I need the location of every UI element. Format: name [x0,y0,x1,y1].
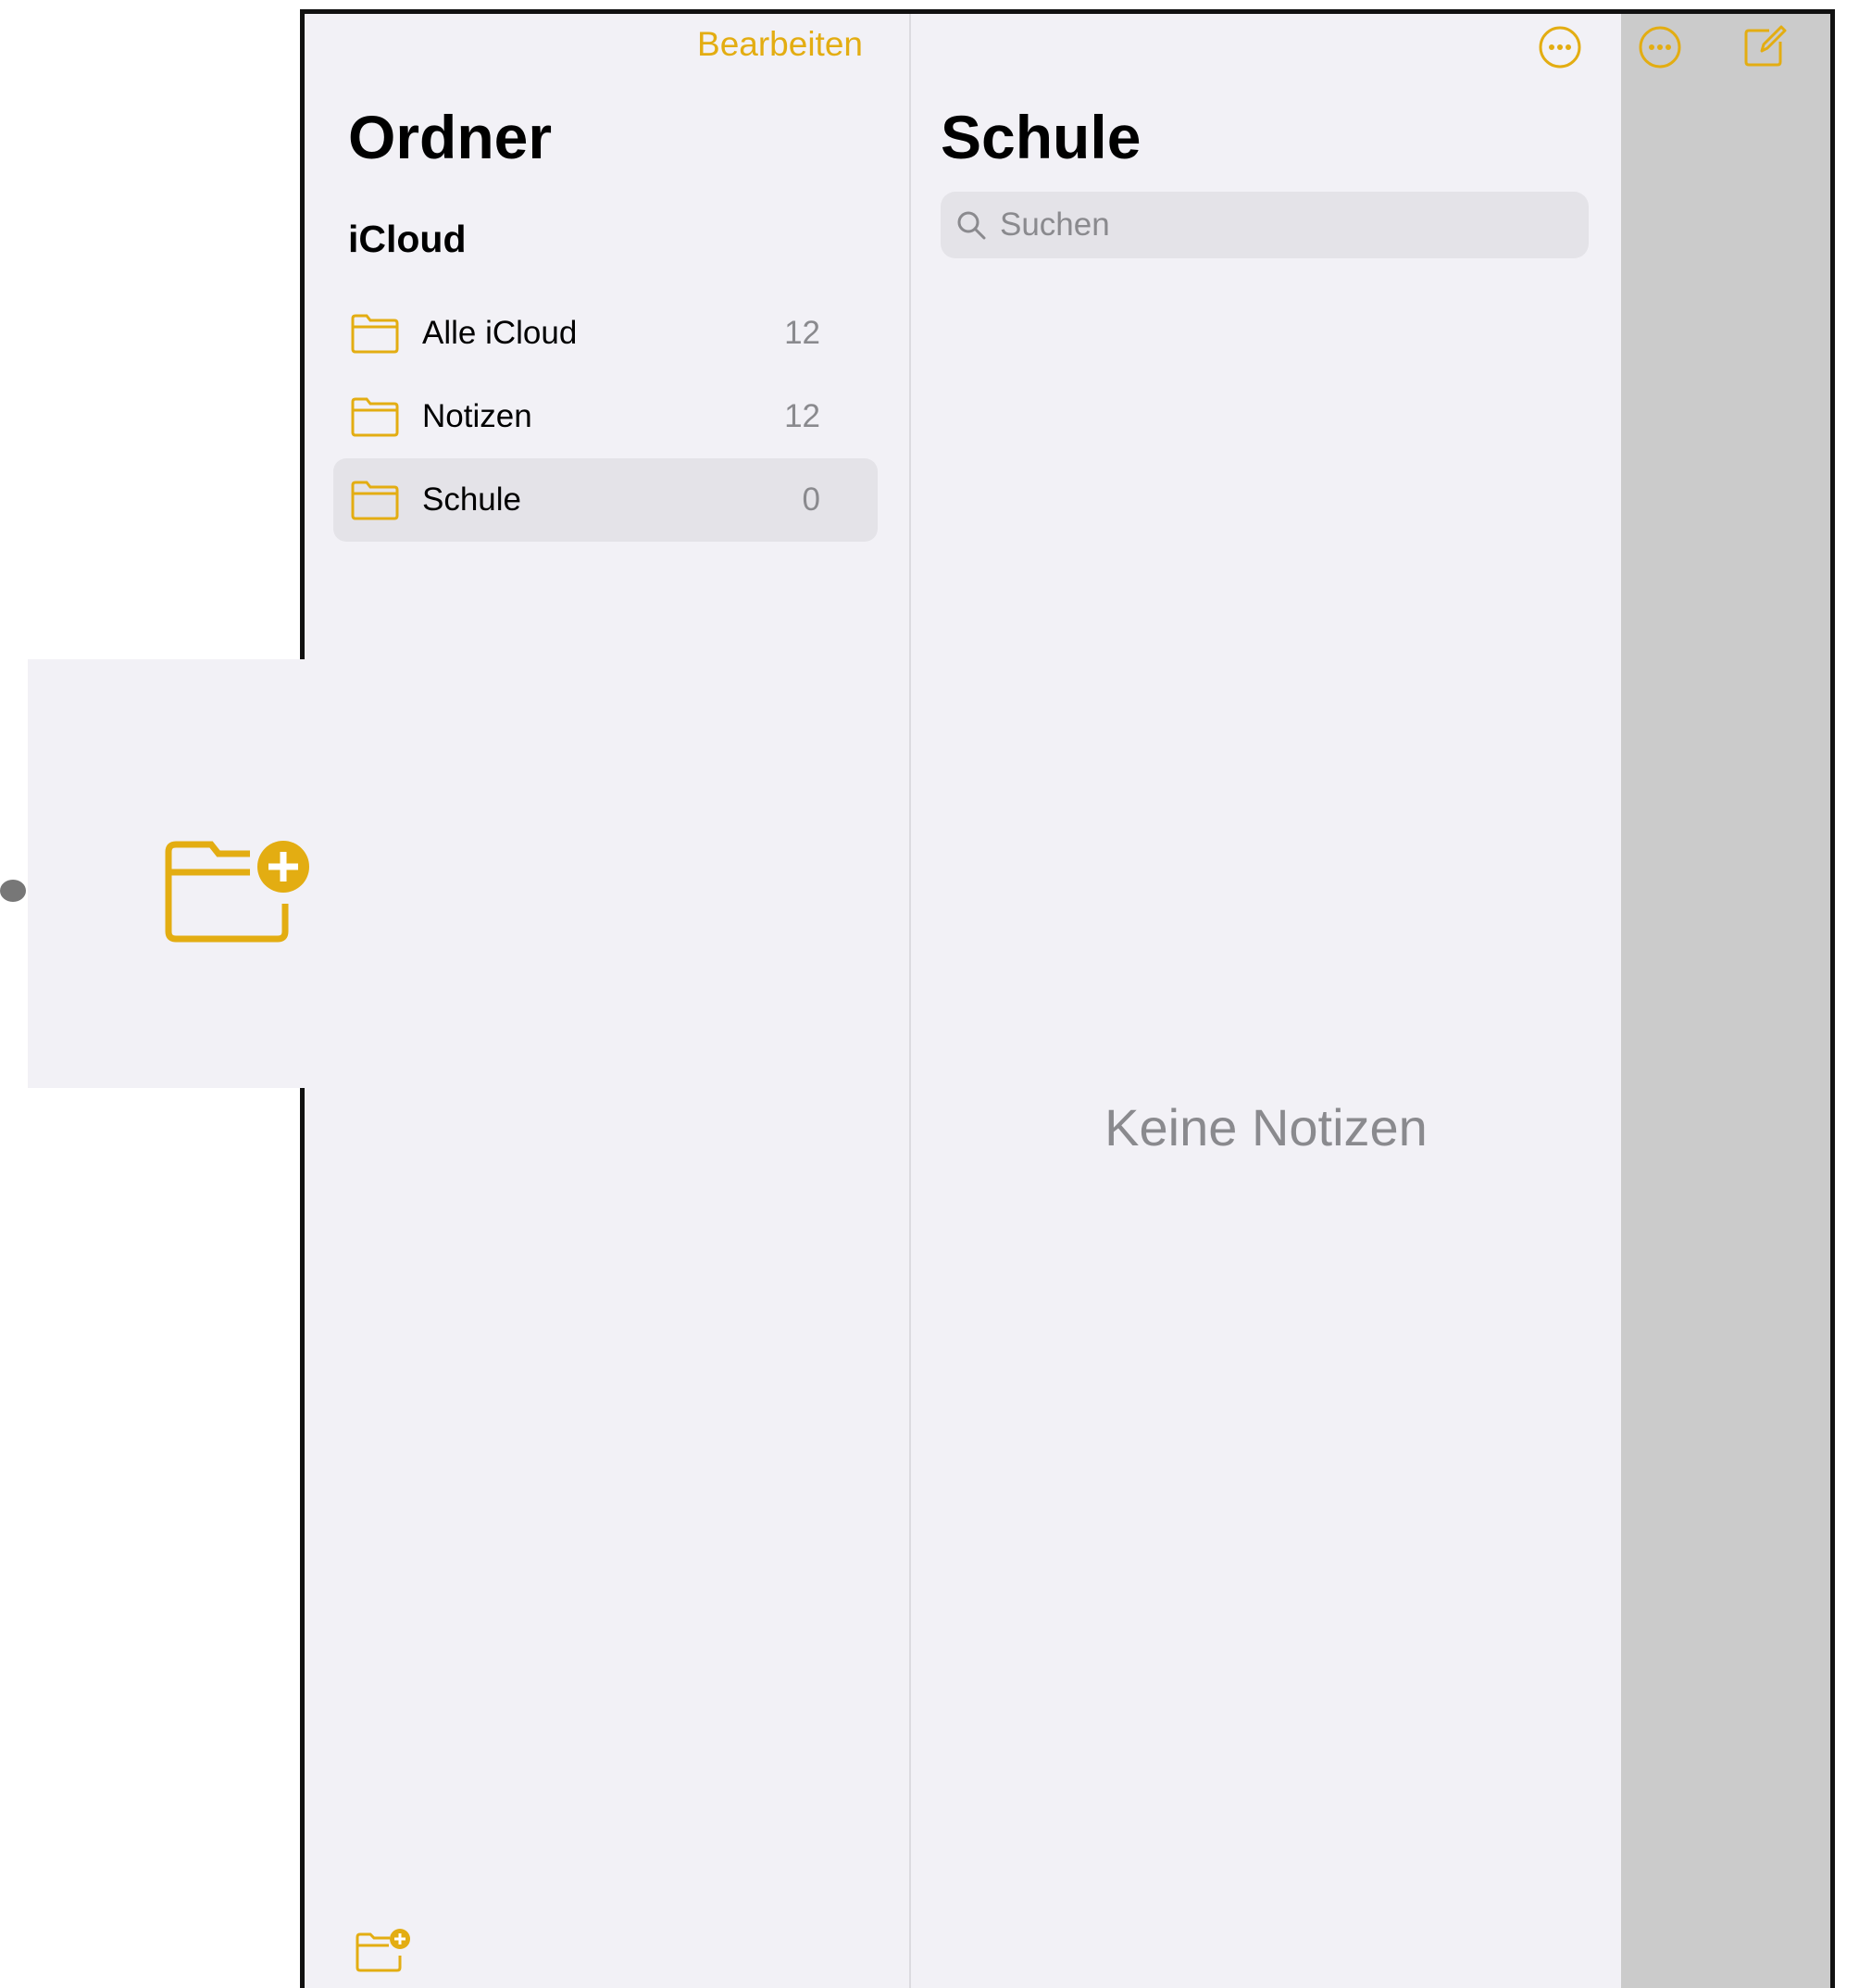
folder-label: Alle iCloud [422,315,578,351]
sidebar-title: Ordner [348,103,553,171]
new-folder-icon[interactable] [355,1926,412,1974]
empty-state-text: Keine Notizen [1104,1098,1428,1157]
folder-item-alle-icloud[interactable]: Alle iCloud 12 [333,292,878,375]
folder-item-notizen[interactable]: Notizen 12 [333,375,878,458]
folder-count: 12 [784,315,820,351]
note-detail-pane [1621,14,1830,1988]
notes-list-pane: Schule Keine Notizen [911,14,1621,1988]
folder-item-schule[interactable]: Schule 0 [333,458,878,542]
ellipsis-circle-icon[interactable] [1538,25,1582,69]
search-bar[interactable] [941,192,1589,258]
compose-icon[interactable] [1741,23,1788,69]
pointer-indicator [0,880,26,902]
search-icon [957,211,986,240]
folder-count: 0 [802,481,820,518]
folder-label: Notizen [422,398,532,434]
folder-label: Schule [422,481,522,518]
folder-icon [351,397,399,437]
folder-icon [351,481,399,520]
search-input[interactable] [998,206,1557,244]
ellipsis-circle-icon[interactable] [1638,25,1682,69]
folder-icon [351,314,399,354]
section-title-icloud: iCloud [348,218,467,260]
new-folder-zoom-callout [28,659,457,1088]
ipad-screen: Bearbeiten Ordner iCloud Alle iCloud 12 … [300,9,1835,1988]
edit-button[interactable]: Bearbeiten [697,25,863,64]
notes-title: Schule [941,103,1142,171]
folder-list: Alle iCloud 12 Notizen 12 Schule 0 [333,292,878,542]
new-folder-icon [165,841,309,943]
folder-count: 12 [784,398,820,434]
